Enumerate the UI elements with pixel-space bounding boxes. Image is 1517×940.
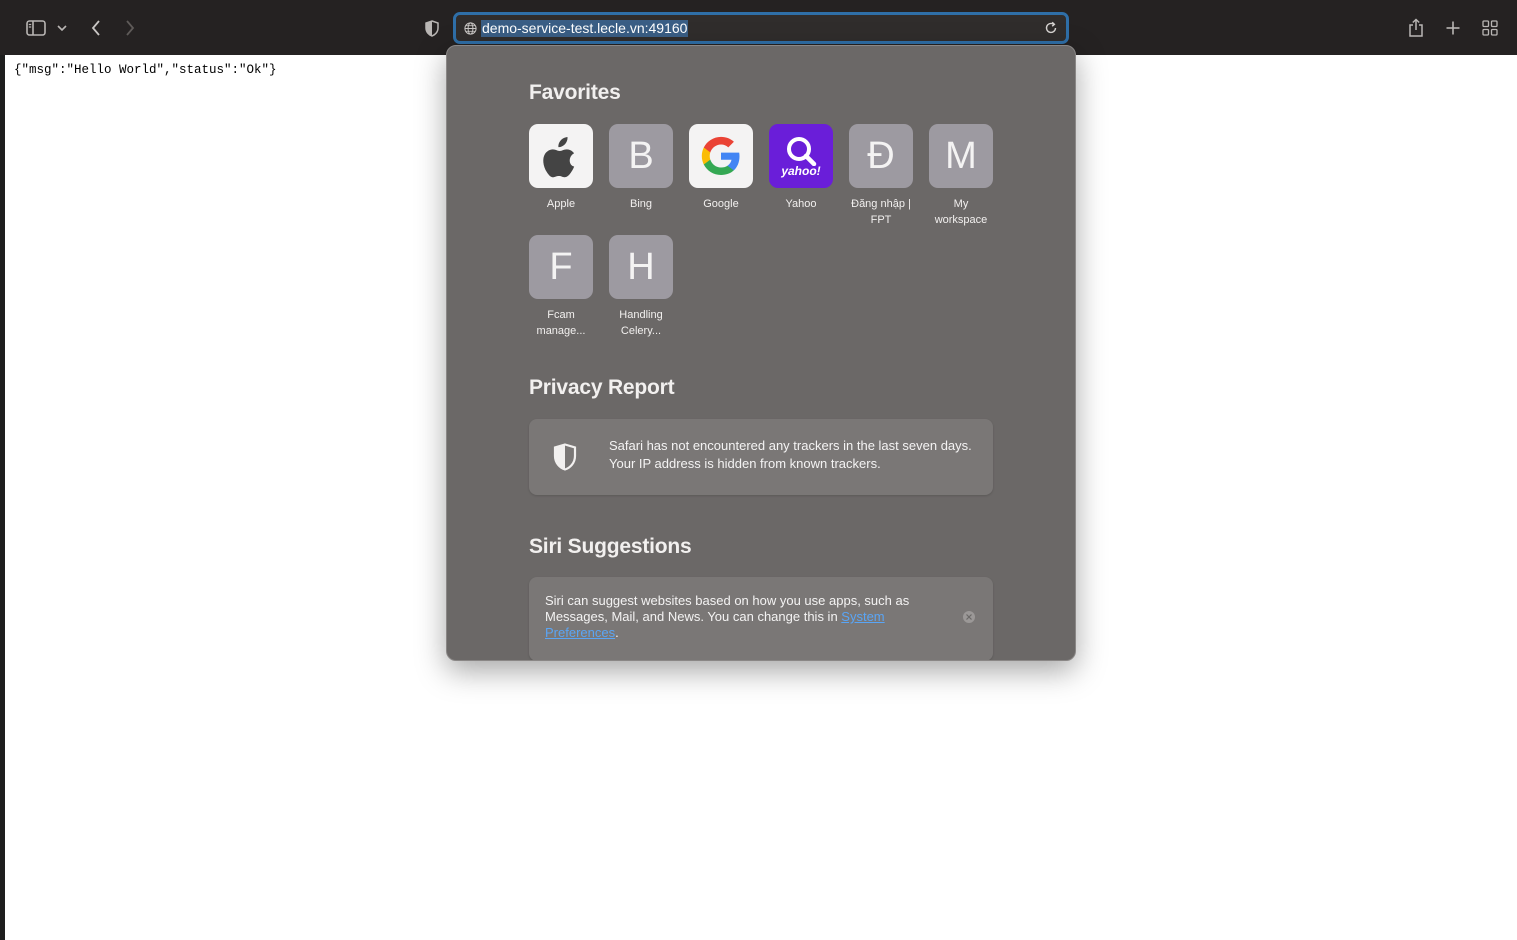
favorite-tile-letter: F: [529, 235, 593, 299]
sidebar-toggle-icon[interactable]: [24, 14, 48, 42]
globe-icon: [463, 21, 477, 35]
google-logo-icon: [689, 124, 753, 188]
privacy-shield-icon[interactable]: [422, 14, 442, 42]
favorite-label: Handling Celery...: [619, 309, 663, 337]
address-bar[interactable]: demo-service-test.lecle.vn:49160: [453, 12, 1069, 44]
new-tab-plus-icon[interactable]: [1443, 14, 1463, 42]
siri-suggestions-title: Siri Suggestions: [529, 535, 692, 558]
share-icon[interactable]: [1406, 14, 1426, 42]
favorite-tile-letter: B: [609, 124, 673, 188]
close-icon[interactable]: [963, 611, 975, 623]
shield-icon: [553, 443, 577, 471]
favorite-label: Bing: [629, 198, 653, 210]
forward-arrow-icon[interactable]: [120, 14, 140, 42]
favorite-label: Apple: [546, 198, 576, 210]
siri-suggestions-card: Siri can suggest websites based on how y…: [529, 577, 993, 660]
favorite-bing[interactable]: B Bing: [601, 124, 681, 212]
favorite-label: Đăng nhập | FPT: [851, 198, 911, 226]
privacy-report-title: Privacy Report: [529, 376, 675, 399]
favorite-tile-letter: H: [609, 235, 673, 299]
favorite-tile-letter: Đ: [849, 124, 913, 188]
chevron-down-icon[interactable]: [56, 14, 68, 42]
favorite-apple[interactable]: Apple: [521, 124, 601, 212]
favorite-tile-letter: M: [929, 124, 993, 188]
yahoo-wordmark: yahoo!: [781, 163, 821, 178]
favorite-label: Fcam manage...: [536, 309, 586, 337]
privacy-report-text: Safari has not encountered any trackers …: [609, 438, 972, 471]
favorite-handling-celery[interactable]: H Handling Celery...: [601, 235, 681, 339]
apple-logo-icon: [529, 124, 593, 188]
favorite-fpt[interactable]: Đ Đăng nhập | FPT: [841, 124, 921, 228]
favorite-label: Google: [703, 198, 739, 210]
url-text[interactable]: demo-service-test.lecle.vn:49160: [481, 19, 689, 37]
favorite-my-workspace[interactable]: M My workspace: [921, 124, 1001, 228]
window-left-edge: [0, 55, 5, 940]
favorite-label: Yahoo: [785, 198, 817, 210]
favorites-title: Favorites: [529, 81, 621, 104]
favorite-fcam[interactable]: F Fcam manage...: [521, 235, 601, 339]
favorite-yahoo[interactable]: yahoo! Yahoo: [761, 124, 841, 212]
yahoo-logo-icon: yahoo!: [769, 124, 833, 188]
privacy-report-card[interactable]: Safari has not encountered any trackers …: [529, 419, 993, 495]
reload-icon[interactable]: [1044, 21, 1058, 35]
siri-text-end: .: [615, 625, 619, 640]
browser-window: demo-service-test.lecle.vn:49160 {"msg":…: [0, 0, 1517, 940]
back-arrow-icon[interactable]: [86, 14, 106, 42]
favorite-google[interactable]: Google: [681, 124, 761, 212]
page-json-content: {"msg":"Hello World","status":"Ok"}: [14, 63, 277, 77]
favorite-label: My workspace: [934, 198, 988, 226]
tab-overview-icon[interactable]: [1480, 14, 1500, 42]
start-page-popover: Favorites Apple B Bing Google yahoo! Yah…: [446, 45, 1076, 661]
siri-suggestions-text: Siri can suggest websites based on how y…: [545, 593, 945, 641]
